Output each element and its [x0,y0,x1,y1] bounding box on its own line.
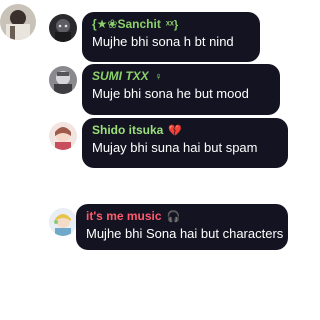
name-decoration-2: ♀ [153,71,162,83]
message-text-3: Mujay bhi suna hai but spam [92,140,258,155]
avatar-sanchit[interactable] [49,14,77,42]
username-4[interactable]: it's me music 🎧 [86,209,278,225]
broken-heart-icon: 💔 [168,125,183,137]
message-bubble-4[interactable]: it's me music 🎧 Mujhe bhi Sona hai but ch… [76,204,288,250]
name-decoration-1: ˣˣ} [165,19,179,31]
avatar-top-left[interactable] [0,4,36,40]
avatar-shido[interactable] [49,122,77,150]
message-bubble-3[interactable]: Shido itsuka 💔 Mujay bhi suna hai but spa… [82,118,288,168]
avatar-music[interactable] [49,208,77,236]
username-3[interactable]: Shido itsuka 💔 [92,123,278,139]
avatar-sumi[interactable] [49,66,77,94]
message-text-2: Muje bhi sona he but mood [92,86,249,101]
message-text-1: Mujhe bhi sona h bt nind [92,34,234,49]
username-1[interactable]: {★❀Sanchit ˣˣ} [92,17,250,33]
message-text-4: Mujhe bhi Sona hai but characters [86,226,284,241]
message-bubble-2[interactable]: SUMI TХХ ♀ Muje bhi sona he but mood [82,64,280,115]
headphones-icon: 🎧 [166,211,181,223]
message-bubble-1[interactable]: {★❀Sanchit ˣˣ} Mujhe bhi sona h bt nind [82,12,260,62]
username-2[interactable]: SUMI TХХ ♀ [92,69,270,85]
